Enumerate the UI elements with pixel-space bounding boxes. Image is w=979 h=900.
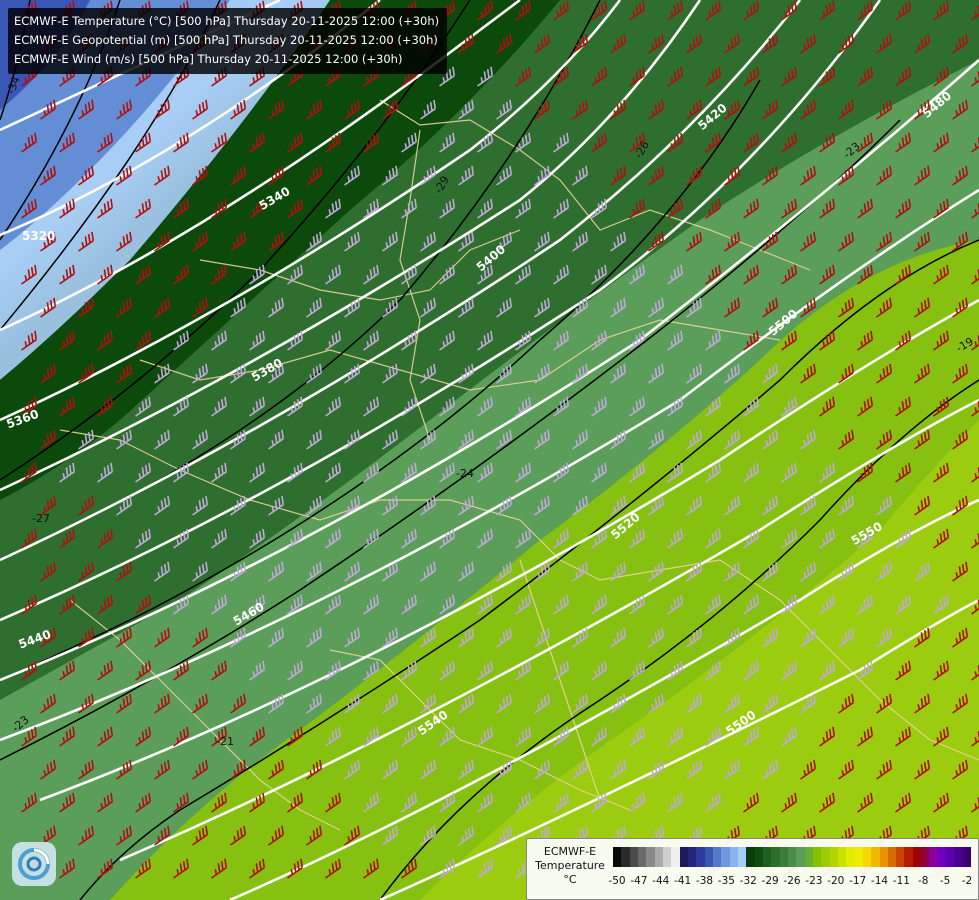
legend-tick-label: -29 <box>761 875 779 887</box>
legend-swatch <box>887 847 897 867</box>
legend-swatch <box>637 847 647 867</box>
geopotential-label: 5320 <box>22 229 55 243</box>
legend-swatch <box>804 847 813 867</box>
legend-swatch <box>779 847 788 867</box>
legend-title-line1: ECMWF-E <box>543 845 597 858</box>
legend-swatch <box>921 847 930 867</box>
legend-tick-label: -5 <box>939 875 951 887</box>
header-wind-line: ECMWF-E Wind (m/s) [500 hPa] Thursday 20… <box>14 52 403 66</box>
legend-swatch <box>687 847 697 867</box>
legend-swatch <box>904 847 913 867</box>
legend-swatch <box>696 847 705 867</box>
legend-swatch <box>954 847 963 867</box>
temperature-label: -27 <box>32 512 50 525</box>
legend-swatch <box>821 847 830 867</box>
legend-swatch <box>762 847 772 867</box>
header-geopotential-line: ECMWF-E Geopotential (m) [500 hPa] Thurs… <box>14 33 438 47</box>
legend-tick-label: -2 <box>961 875 973 887</box>
legend-tick-label: -17 <box>849 875 867 887</box>
legend-swatch <box>629 847 638 867</box>
legend-swatch <box>937 847 947 867</box>
legend-tick-label: -20 <box>827 875 845 887</box>
legend-tick-label: -50 <box>608 875 626 887</box>
ecmwf-logo-icon <box>12 842 56 886</box>
legend-swatch <box>862 847 872 867</box>
legend-swatch <box>829 847 838 867</box>
legend-swatch <box>946 847 955 867</box>
legend-swatch <box>846 847 855 867</box>
legend-tick-label: -41 <box>674 875 692 887</box>
header-temperature-line: ECMWF-E Temperature (°C) [500 hPa] Thurs… <box>14 14 440 28</box>
legend-tick-label: -11 <box>892 875 910 887</box>
legend-swatch <box>754 847 763 867</box>
temperature-label: -21 <box>216 735 234 748</box>
legend-color-bar <box>613 847 972 867</box>
legend-swatch <box>613 847 622 867</box>
legend-ticks: -50 -47 -44 -41 -38 -35 -32 -29 -26 -23 -20 -17 -14-… <box>608 875 973 889</box>
legend-tick-label: -32 <box>739 875 757 887</box>
legend-swatch <box>796 847 805 867</box>
temperature-label: -24 <box>456 467 474 480</box>
legend-swatch <box>746 847 755 867</box>
legend-tick-label: -38 <box>695 875 714 887</box>
legend-swatch <box>812 847 822 867</box>
legend-tick-label: -35 <box>717 875 735 887</box>
legend-swatch <box>771 847 780 867</box>
legend-swatch <box>654 847 663 867</box>
legend-tick-label: -26 <box>783 875 801 887</box>
legend-tick-label: -44 <box>652 875 670 887</box>
legend-swatch <box>929 847 938 867</box>
legend-swatch <box>729 847 738 867</box>
legend-swatch <box>662 847 672 867</box>
legend-swatch <box>712 847 722 867</box>
legend-title: ECMWF-E Temperature °C <box>527 845 613 887</box>
legend-swatch <box>646 847 655 867</box>
legend-swatch <box>879 847 888 867</box>
temperature-legend: ECMWF-E Temperature °C -50 -47 -44 -41 -38 -3… <box>526 838 979 900</box>
legend-swatch <box>679 847 688 867</box>
legend-title-line2: Temperature <box>535 859 605 872</box>
legend-tick-label: -14 <box>870 875 889 887</box>
legend-swatch <box>871 847 880 867</box>
legend-swatch <box>962 847 972 867</box>
legend-tick-label: -8 <box>918 875 929 887</box>
legend-tick-label: -47 <box>630 875 648 887</box>
legend-swatch <box>787 847 797 867</box>
legend-swatch <box>737 847 747 867</box>
map-header: ECMWF-E Temperature (°C) [500 hPa] Thurs… <box>8 8 448 74</box>
legend-swatch <box>721 847 730 867</box>
legend-swatch <box>621 847 630 867</box>
legend-swatch <box>896 847 905 867</box>
legend-swatch <box>837 847 847 867</box>
legend-unit: °C <box>563 873 577 886</box>
legend-swatch <box>704 847 713 867</box>
weather-map: 5320 5340 5360 5380 5400 5420 5440 5460 … <box>0 0 979 900</box>
legend-swatch <box>671 847 680 867</box>
legend-swatch <box>912 847 922 867</box>
legend-tick-label: -23 <box>805 875 823 887</box>
legend-swatch <box>854 847 863 867</box>
